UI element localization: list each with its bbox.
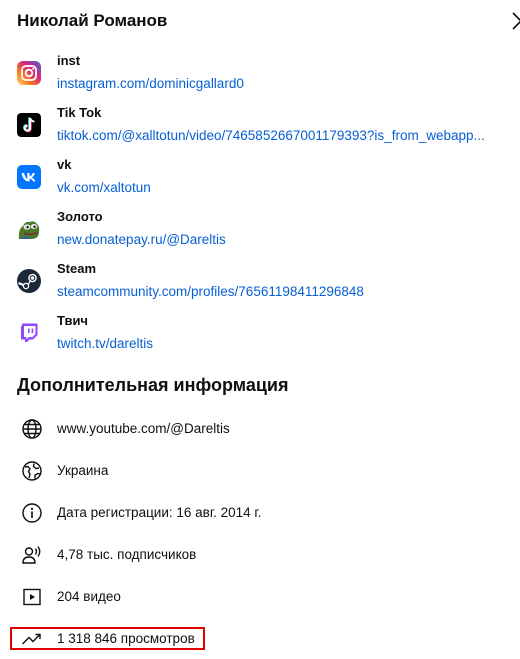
subscribers-icon: [22, 546, 41, 564]
link-url[interactable]: vk.com/xaltotun: [57, 179, 151, 197]
link-item-instagram: inst instagram.com/dominicgallard0: [0, 52, 520, 96]
info-icon: [22, 503, 42, 523]
view-count-highlight-box: [10, 627, 205, 650]
info-item-joined-date: Дата регистрации: 16 авг. 2014 г.: [0, 499, 520, 527]
link-item-twitch: Твич twitch.tv/dareltis: [0, 312, 520, 356]
link-name: Tik Tok: [57, 105, 102, 120]
close-icon: [512, 12, 520, 30]
channel-owner-name: Николай Романов: [17, 11, 168, 30]
link-item-vk: vk vk.com/xaltotun: [0, 156, 520, 200]
subscriber-count: 4,78 тыс. подписчиков: [57, 547, 197, 562]
tiktok-icon: [17, 113, 41, 137]
vk-icon: [17, 165, 41, 189]
link-name: inst: [57, 53, 81, 68]
link-item-tiktok: Tik Tok tiktok.com/@xalltotun/video/7465…: [0, 104, 520, 148]
info-item-channel-url: www.youtube.com/@Dareltis: [0, 415, 520, 443]
joined-date: Дата регистрации: 16 авг. 2014 г.: [57, 505, 262, 520]
info-item-videos: 204 видео: [0, 583, 520, 611]
link-name: Steam: [57, 261, 97, 276]
link-name: Твич: [57, 313, 88, 328]
link-item-steam: Steam steamcommunity.com/profiles/765611…: [0, 260, 520, 304]
link-item-donatepay: Золото new.donatepay.ru/@Dareltis: [0, 208, 520, 252]
link-url[interactable]: steamcommunity.com/profiles/765611984112…: [57, 283, 364, 301]
link-url[interactable]: new.donatepay.ru/@Dareltis: [57, 231, 226, 249]
close-button[interactable]: [508, 8, 520, 34]
link-url[interactable]: tiktok.com/@xalltotun/video/746585266700…: [57, 127, 485, 145]
video-icon: [23, 588, 41, 606]
additional-info-title: Дополнительная информация: [17, 375, 289, 395]
instagram-icon: [17, 61, 41, 85]
globe-location-icon: [22, 461, 42, 481]
pepe-frog-icon: [17, 217, 41, 241]
globe-icon: [22, 419, 42, 439]
twitch-icon: [17, 321, 41, 345]
steam-icon: [17, 269, 41, 293]
video-count: 204 видео: [57, 589, 121, 604]
link-name: Золото: [57, 209, 103, 224]
info-item-subscribers: 4,78 тыс. подписчиков: [0, 541, 520, 569]
info-item-country: Украина: [0, 457, 520, 485]
link-name: vk: [57, 157, 72, 172]
link-url[interactable]: twitch.tv/dareltis: [57, 335, 153, 353]
country: Украина: [57, 463, 109, 478]
link-url[interactable]: instagram.com/dominicgallard0: [57, 75, 244, 93]
channel-url[interactable]: www.youtube.com/@Dareltis: [57, 420, 230, 438]
